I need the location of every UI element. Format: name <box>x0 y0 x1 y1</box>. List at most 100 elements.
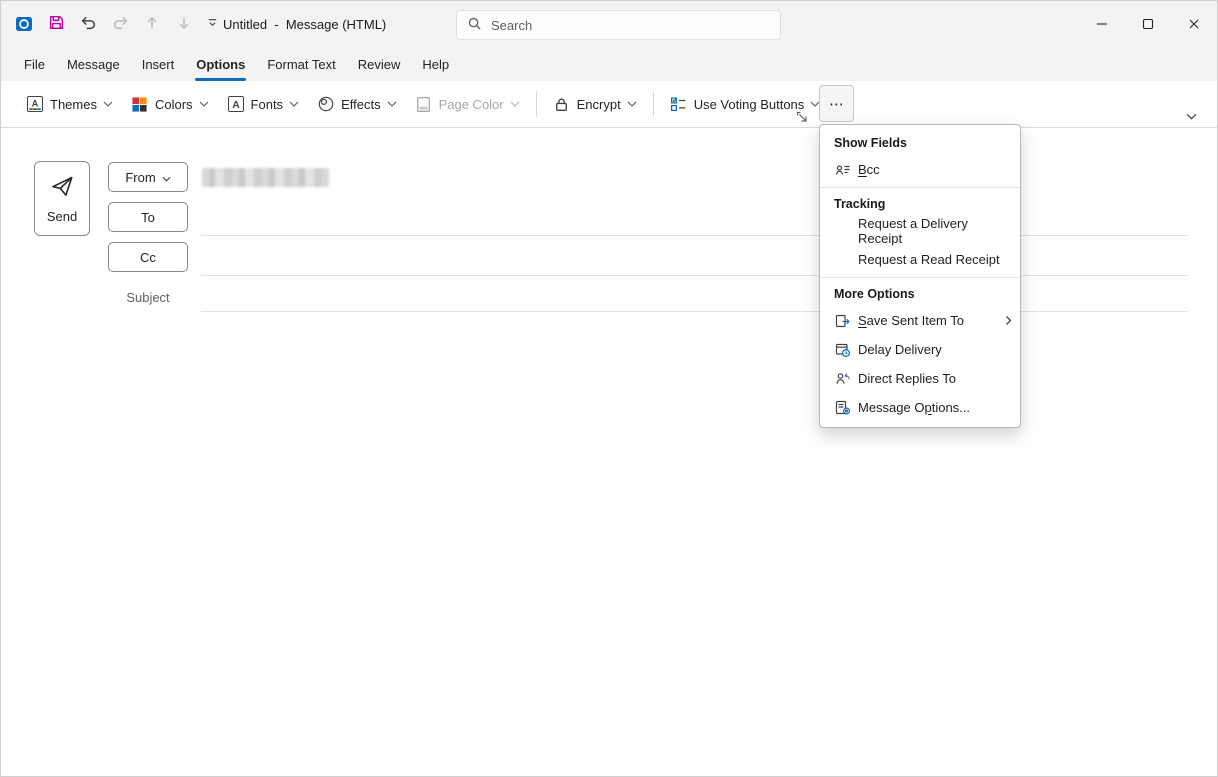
ribbon: A Themes Colors A Fonts Effects Page Col… <box>1 81 1217 128</box>
tab-insert[interactable]: Insert <box>131 47 186 81</box>
save-icon <box>48 14 65 34</box>
menu-item-delay-delivery[interactable]: Delay Delivery <box>820 335 1020 364</box>
redo-icon <box>112 14 129 34</box>
undo-icon <box>80 14 97 34</box>
chevron-down-icon <box>387 101 397 107</box>
chevron-down-icon <box>627 101 637 107</box>
colors-button[interactable]: Colors <box>122 86 218 122</box>
save-sent-item-icon <box>834 312 852 330</box>
search-box[interactable] <box>456 10 781 40</box>
bcc-icon <box>834 161 852 179</box>
to-button[interactable]: To <box>108 202 188 232</box>
message-options-icon <box>834 399 852 417</box>
outlook-app-icon[interactable] <box>9 9 39 39</box>
menu-item-request-delivery-receipt[interactable]: Request a Delivery Receipt <box>820 216 1020 245</box>
customize-qat-button[interactable] <box>201 9 223 39</box>
tracking-dialog-launcher-icon[interactable] <box>795 111 809 125</box>
fonts-button[interactable]: A Fonts <box>218 86 309 122</box>
arrow-up-icon <box>144 15 160 34</box>
chevron-down-icon <box>162 170 171 185</box>
fonts-label: Fonts <box>251 97 284 112</box>
from-address-redacted <box>202 168 329 187</box>
page-color-icon <box>415 95 433 113</box>
fonts-icon: A <box>227 95 245 113</box>
customize-qat-icon <box>206 16 219 32</box>
effects-button[interactable]: Effects <box>308 86 406 122</box>
menu-item-save-sent-item-to[interactable]: Save Sent Item To <box>820 306 1020 335</box>
menu-divider <box>820 277 1020 278</box>
chevron-down-icon <box>510 101 520 107</box>
from-label: From <box>125 170 155 185</box>
subject-label: Subject <box>108 290 188 305</box>
save-button[interactable] <box>41 9 71 39</box>
themes-button[interactable]: A Themes <box>17 86 122 122</box>
ribbon-separator <box>536 91 537 117</box>
move-down-button[interactable] <box>169 9 199 39</box>
more-options-menu: Show Fields Bcc Tracking Request a Deliv… <box>819 124 1021 428</box>
themes-icon: A <box>26 95 44 113</box>
chevron-down-icon <box>289 101 299 107</box>
window-controls <box>1079 1 1217 47</box>
effects-label: Effects <box>341 97 381 112</box>
ribbon-tab-bar: File Message Insert Options Format Text … <box>1 47 1217 81</box>
svg-text:A: A <box>232 99 240 111</box>
arrow-down-icon <box>176 15 192 34</box>
from-button[interactable]: From <box>108 162 188 192</box>
use-voting-buttons-label: Use Voting Buttons <box>694 97 805 112</box>
tab-review[interactable]: Review <box>347 47 412 81</box>
cc-button[interactable]: Cc <box>108 242 188 272</box>
to-input-field[interactable] <box>201 202 1187 236</box>
close-button[interactable] <box>1171 1 1217 47</box>
encrypt-label: Encrypt <box>577 97 621 112</box>
cc-label: Cc <box>140 250 156 265</box>
maximize-button[interactable] <box>1125 1 1171 47</box>
page-color-label: Page Color <box>439 97 504 112</box>
search-input[interactable] <box>491 18 770 33</box>
voting-buttons-icon <box>670 95 688 113</box>
ribbon-overflow-button[interactable]: ⋯ <box>819 85 854 122</box>
ribbon-collapse-button[interactable] <box>1179 107 1203 125</box>
menu-item-request-read-receipt[interactable]: Request a Read Receipt <box>820 245 1020 274</box>
redo-button[interactable] <box>105 9 135 39</box>
colors-icon <box>131 95 149 113</box>
menu-divider <box>820 187 1020 188</box>
tab-help[interactable]: Help <box>411 47 460 81</box>
chevron-down-icon <box>199 101 209 107</box>
minimize-button[interactable] <box>1079 1 1125 47</box>
tab-file[interactable]: File <box>13 47 56 81</box>
chevron-down-icon <box>103 101 113 107</box>
direct-replies-icon <box>834 370 852 388</box>
colors-label: Colors <box>155 97 193 112</box>
menu-section-header: Show Fields <box>820 130 1020 155</box>
message-compose-area: Send From To Cc Subject <box>1 128 1217 776</box>
svg-text:A: A <box>32 99 39 109</box>
page-color-button[interactable]: Page Color <box>406 86 529 122</box>
quick-access-toolbar <box>9 9 223 39</box>
effects-icon <box>317 95 335 113</box>
to-label: To <box>141 210 155 225</box>
tab-options[interactable]: Options <box>185 47 256 81</box>
tab-format-text[interactable]: Format Text <box>256 47 346 81</box>
menu-item-direct-replies-to[interactable]: Direct Replies To <box>820 364 1020 393</box>
search-icon <box>467 16 482 34</box>
delay-delivery-icon <box>834 341 852 359</box>
tab-message[interactable]: Message <box>56 47 131 81</box>
send-button[interactable]: Send <box>34 161 90 236</box>
move-up-button[interactable] <box>137 9 167 39</box>
menu-item-message-options[interactable]: Message Options... <box>820 393 1020 422</box>
send-icon <box>49 173 75 202</box>
menu-section-header: More Options <box>820 281 1020 306</box>
themes-label: Themes <box>50 97 97 112</box>
menu-item-bcc[interactable]: Bcc <box>820 155 1020 184</box>
subject-input-field[interactable] <box>201 277 1187 312</box>
message-body-area[interactable] <box>1 328 1217 776</box>
menu-section-header: Tracking <box>820 191 1020 216</box>
undo-button[interactable] <box>73 9 103 39</box>
window-title: Untitled - Message (HTML) <box>223 1 386 47</box>
outlook-compose-window: Untitled - Message (HTML) File Message I… <box>0 0 1218 777</box>
submenu-arrow-icon <box>1005 315 1012 326</box>
encrypt-button[interactable]: Encrypt <box>544 86 646 122</box>
send-label: Send <box>47 209 77 224</box>
encrypt-lock-icon <box>553 95 571 113</box>
cc-input-field[interactable] <box>201 242 1187 276</box>
